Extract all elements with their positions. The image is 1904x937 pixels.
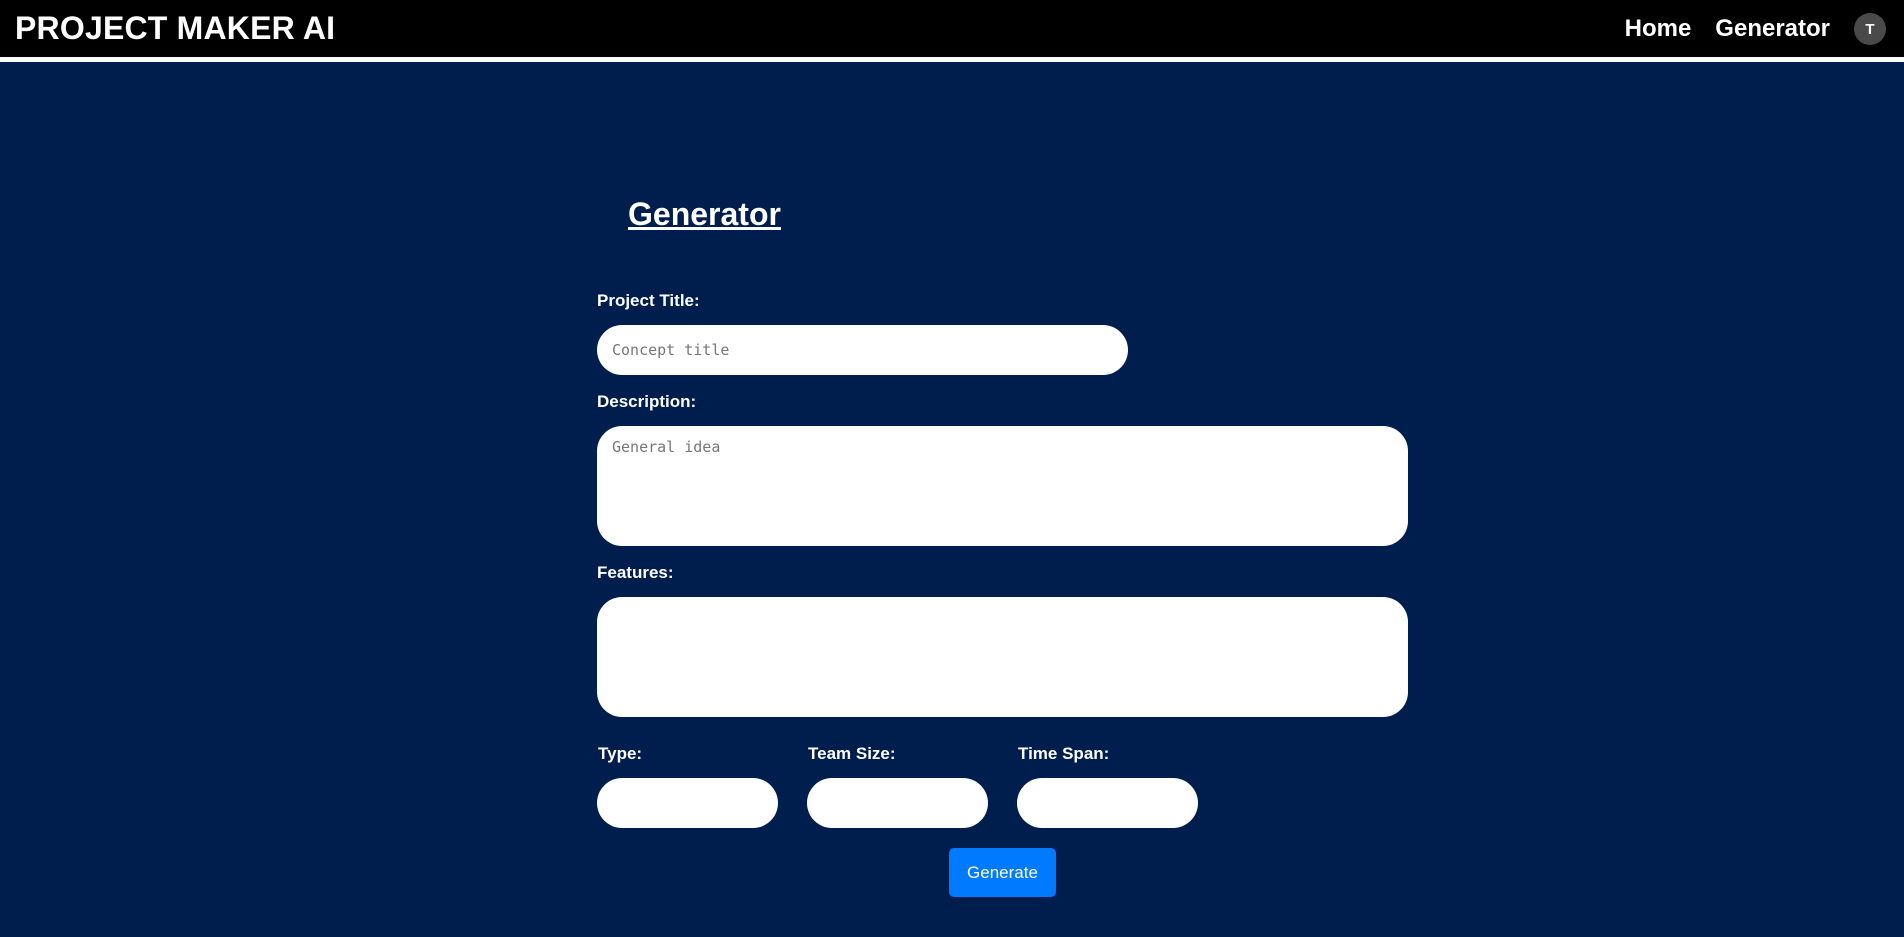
type-label: Type: [598,744,643,763]
top-navbar: PROJECT MAKER AI Home Generator T [0,0,1904,62]
project-title-input[interactable] [597,325,1128,375]
nav-link-home[interactable]: Home [1625,15,1692,43]
features-textarea[interactable] [597,597,1408,717]
features-label: Features: [597,563,674,582]
nav-link-generator[interactable]: Generator [1715,15,1830,43]
time-span-label: Time Span: [1018,744,1110,763]
brand-logo-text: PROJECT MAKER AI [15,10,336,46]
description-label: Description: [597,392,697,411]
description-textarea[interactable] [597,426,1408,546]
type-input[interactable] [597,778,778,828]
generate-button[interactable]: Generate [949,848,1056,897]
nav-links: Home Generator T [1625,13,1886,45]
user-avatar[interactable]: T [1854,13,1886,45]
time-span-input[interactable] [1017,778,1198,828]
team-size-input[interactable] [807,778,988,828]
page-title: Generator [628,196,781,232]
team-size-label: Team Size: [808,744,896,763]
project-title-label: Project Title: [597,291,700,310]
